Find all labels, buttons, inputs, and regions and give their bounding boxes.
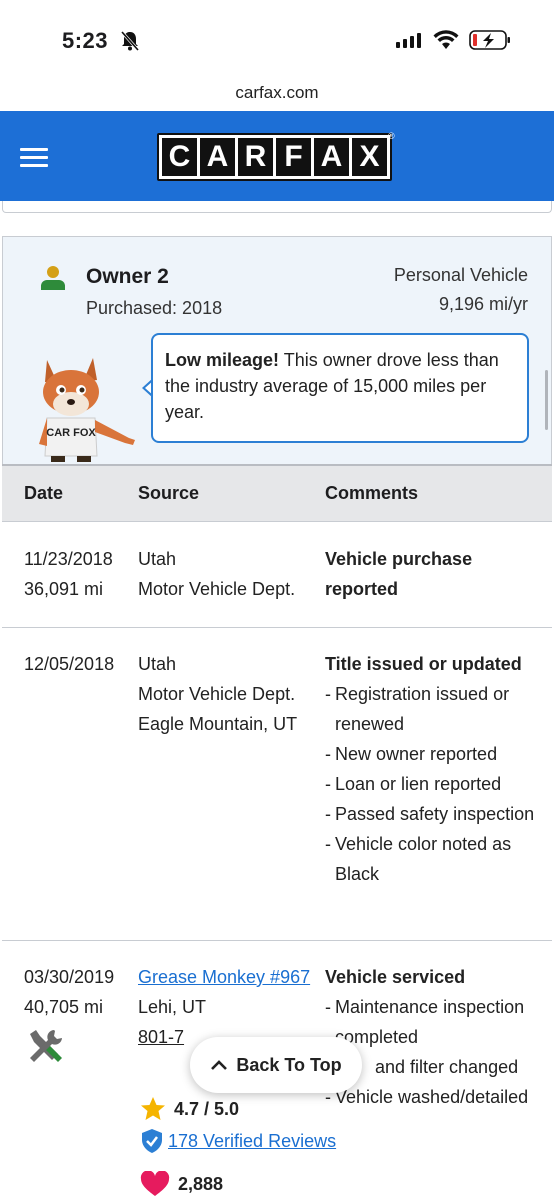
browser-url[interactable]: carfax.com bbox=[0, 78, 554, 112]
reviews-link[interactable]: 178 Verified Reviews bbox=[168, 1126, 336, 1156]
header-date: Date bbox=[24, 483, 64, 503]
comment-list: Registration issued or renewed New owner… bbox=[325, 679, 540, 889]
owner-card: Owner 2 Purchased: 2018 Personal Vehicle… bbox=[2, 236, 552, 464]
previous-section-edge bbox=[2, 201, 552, 213]
table-row: 11/23/2018 36,091 mi Utah Motor Vehicle … bbox=[2, 522, 552, 628]
logo-letter: C bbox=[162, 138, 197, 176]
comments-cell: Title issued or updated Registration iss… bbox=[325, 649, 540, 889]
provider-rating: 4.7 / 5.0 bbox=[140, 1094, 239, 1124]
favorites-count[interactable]: 2,888 bbox=[140, 1169, 223, 1199]
silent-bell-icon bbox=[120, 31, 140, 51]
source-line: Utah bbox=[138, 654, 177, 674]
header-comments: Comments bbox=[325, 483, 419, 503]
logo-letter: R bbox=[238, 138, 273, 176]
record-date: 12/05/2018 bbox=[24, 654, 115, 674]
wifi-icon bbox=[433, 30, 459, 49]
low-mileage-callout: Low mileage! This owner drove less than … bbox=[151, 333, 529, 443]
comment-title: Title issued or updated bbox=[325, 654, 522, 674]
back-to-top-label: Back To Top bbox=[236, 1054, 342, 1075]
date-cell: 11/23/2018 36,091 mi bbox=[24, 544, 113, 604]
comment-title: Vehicle purchase reported bbox=[325, 549, 473, 599]
verified-shield-icon bbox=[142, 1129, 162, 1153]
clock: 5:23 bbox=[62, 28, 109, 53]
comment-item: New owner reported bbox=[325, 739, 540, 769]
callout-bold: Low mileage! bbox=[165, 350, 280, 370]
history-table-header: Date Source Comments bbox=[2, 464, 552, 522]
service-provider-link[interactable]: Grease Monkey #967 bbox=[138, 962, 318, 992]
source-cell: Utah Motor Vehicle Dept. bbox=[138, 544, 295, 604]
table-row: 12/05/2018 Utah Motor Vehicle Dept. Eagl… bbox=[2, 628, 552, 941]
comment-item: Maintenance inspection completed bbox=[325, 992, 540, 1052]
vehicle-type: Personal Vehicle bbox=[393, 265, 528, 285]
mascot-shirt-text: CAR FOX bbox=[46, 427, 96, 439]
source-line: Utah bbox=[138, 549, 177, 569]
favorites-value: 2,888 bbox=[178, 1174, 224, 1194]
site-header: C A R F A X ® bbox=[0, 111, 554, 201]
comment-item: Vehicle color noted as Black bbox=[325, 829, 540, 889]
car-fox-mascot: CAR FOX bbox=[39, 358, 135, 462]
logo-letter: A bbox=[314, 138, 349, 176]
date-cell: 03/30/2019 40,705 mi bbox=[24, 962, 114, 1066]
comment-item: Registration issued or renewed bbox=[325, 679, 540, 739]
heart-icon[interactable] bbox=[140, 1171, 170, 1197]
cellular-signal-icon bbox=[396, 32, 421, 48]
chevron-up-icon bbox=[211, 1060, 228, 1070]
header-source: Source bbox=[138, 483, 200, 503]
miles-per-year: 9,196 mi/yr bbox=[438, 294, 528, 314]
status-bar: 5:23 bbox=[0, 0, 554, 78]
logo-letter: X bbox=[352, 138, 387, 176]
record-mileage: 40,705 mi bbox=[24, 997, 104, 1017]
comment-item: Passed safety inspection bbox=[325, 799, 540, 829]
verified-reviews[interactable]: 178 Verified Reviews bbox=[140, 1126, 336, 1156]
scrollbar[interactable] bbox=[545, 370, 548, 430]
back-to-top-button[interactable]: Back To Top bbox=[190, 1037, 362, 1093]
source-line: Lehi, UT bbox=[138, 997, 207, 1017]
rating-value: 4.7 / 5.0 bbox=[174, 1099, 240, 1119]
logo-letter: F bbox=[276, 138, 311, 176]
comment-item: Vehicle washed/detailed bbox=[325, 1082, 540, 1112]
source-line: Eagle Mountain, UT bbox=[138, 714, 298, 734]
person-icon bbox=[41, 266, 65, 290]
logo-letter: A bbox=[200, 138, 235, 176]
comment-title: Vehicle serviced bbox=[325, 967, 466, 987]
registered-mark: ® bbox=[388, 131, 395, 141]
date-cell: 12/05/2018 bbox=[24, 649, 114, 679]
hamburger-menu-icon[interactable] bbox=[20, 148, 48, 168]
comments-cell: Vehicle serviced Maintenance inspection … bbox=[325, 962, 540, 1112]
star-icon bbox=[141, 1097, 165, 1120]
source-line: Motor Vehicle Dept. bbox=[138, 684, 296, 704]
owner-title: Owner 2 bbox=[86, 265, 169, 288]
record-date: 03/30/2019 bbox=[24, 967, 115, 987]
carfax-logo[interactable]: C A R F A X bbox=[157, 133, 392, 181]
battery-charging-icon bbox=[469, 30, 510, 50]
source-cell: Utah Motor Vehicle Dept. Eagle Mountain,… bbox=[138, 649, 297, 739]
service-wrench-icon bbox=[30, 1030, 62, 1062]
record-date: 11/23/2018 bbox=[24, 549, 113, 569]
comment-item: Loan or lien reported bbox=[325, 769, 540, 799]
source-line: Motor Vehicle Dept. bbox=[138, 579, 296, 599]
owner-purchased: Purchased: 2018 bbox=[86, 298, 223, 318]
record-mileage: 36,091 mi bbox=[24, 579, 104, 599]
